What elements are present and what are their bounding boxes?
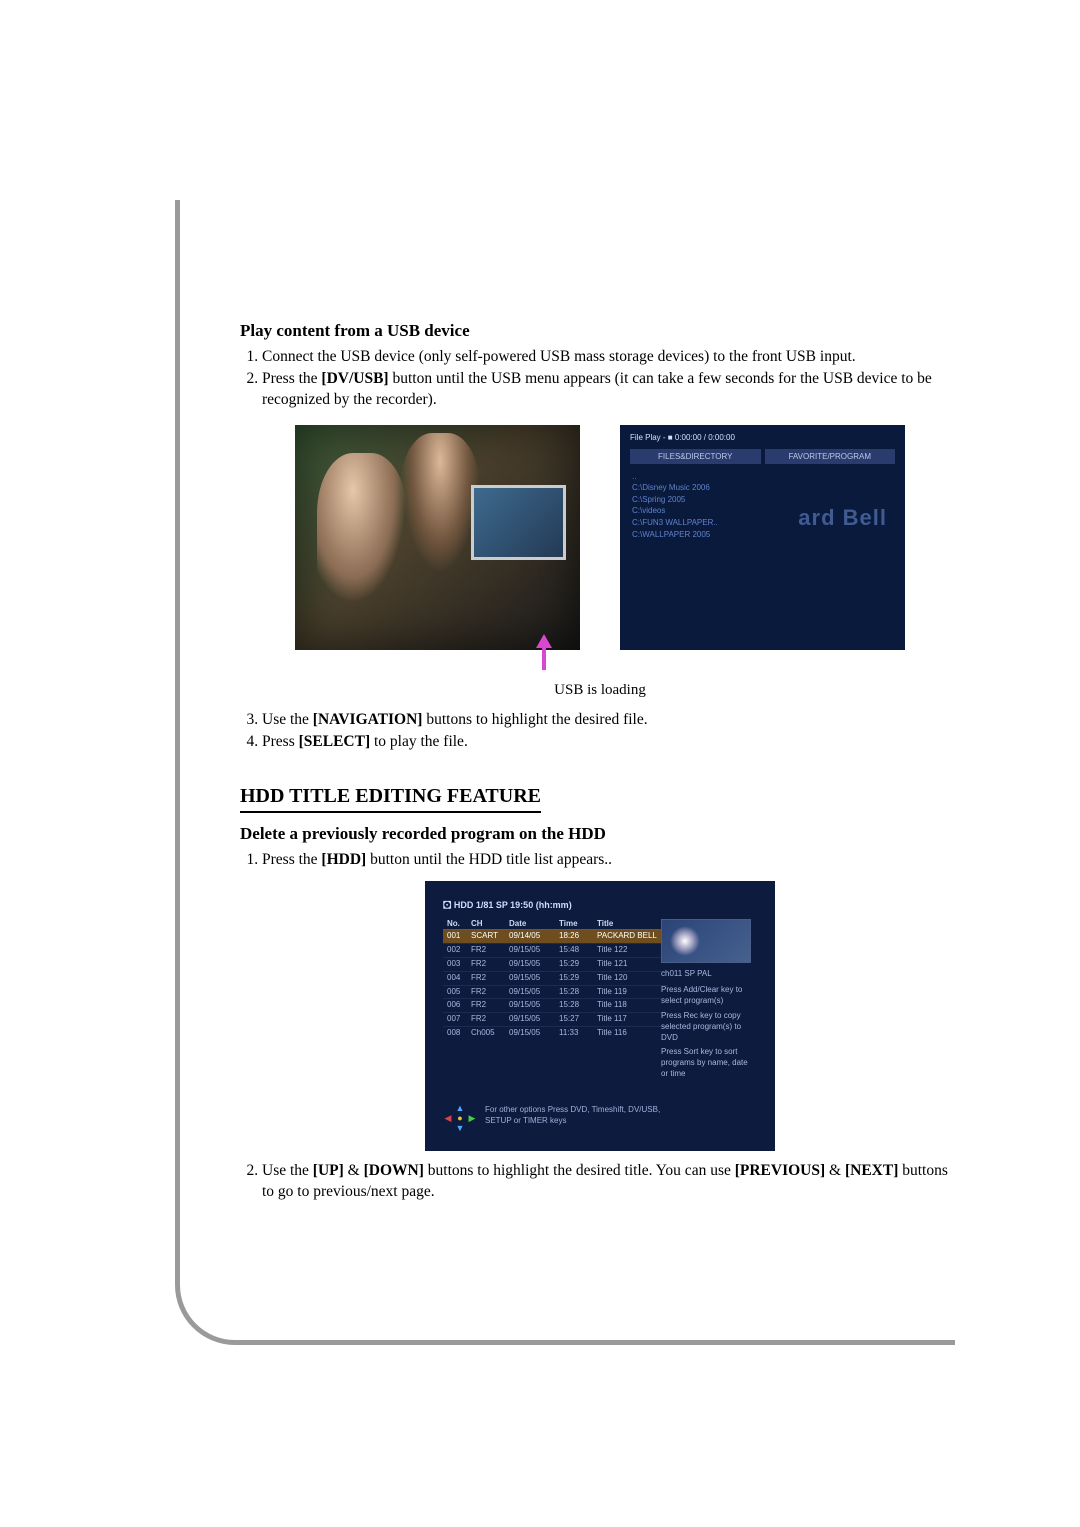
text: buttons to highlight the desired file. bbox=[422, 711, 647, 728]
hdd-heading: HDD TITLE EDITING FEATURE bbox=[240, 783, 541, 813]
usb-arrow-head bbox=[536, 634, 552, 648]
usb-file-list: .. C:\Disney Music 2006 C:\Spring 2005 C… bbox=[632, 471, 718, 541]
usb-step-1: Connect the USB device (only self-powere… bbox=[262, 347, 960, 368]
hdd-subtitle: Delete a previously recorded program on … bbox=[240, 823, 960, 846]
previous-kw: [PREVIOUS] bbox=[735, 1162, 825, 1179]
file-entry: C:\WALLPAPER 2005 bbox=[632, 529, 718, 541]
next-kw: [NEXT] bbox=[845, 1162, 898, 1179]
table-row: 002FR209/15/0515:48Title 122 bbox=[443, 943, 668, 957]
usb-loading-caption: USB is loading bbox=[240, 680, 960, 700]
photo-person-1 bbox=[317, 453, 407, 603]
usb-step-4: Press [SELECT] to play the file. bbox=[262, 732, 960, 753]
hdd-screen-header: 🖸 HDD 1/81 SP 19:50 (hh:mm) bbox=[443, 899, 757, 911]
hdd-heading-text: HDD TITLE EDITING FEATURE bbox=[240, 785, 541, 807]
file-entry: C:\FUN3 WALLPAPER.. bbox=[632, 517, 718, 529]
usb-photo bbox=[295, 425, 580, 650]
text: to play the file. bbox=[370, 733, 468, 750]
table-row: 003FR209/15/0515:29Title 121 bbox=[443, 957, 668, 971]
arrow-down-icon: ▼ bbox=[455, 1123, 465, 1133]
file-entry: C:\Disney Music 2006 bbox=[632, 482, 718, 494]
page-number: 6 bbox=[216, 1290, 226, 1312]
hdd-title-list-screenshot: 🖸 HDD 1/81 SP 19:50 (hh:mm) No. CH Date … bbox=[425, 881, 775, 1151]
center-dot-icon: ● bbox=[455, 1113, 465, 1123]
down-kw: [DOWN] bbox=[364, 1162, 424, 1179]
text: Press bbox=[262, 733, 299, 750]
usb-arrow-stem bbox=[542, 648, 546, 670]
hdd-table-header: No. CH Date Time Title bbox=[443, 919, 668, 930]
up-kw: [UP] bbox=[313, 1162, 344, 1179]
text: Press the bbox=[262, 370, 321, 387]
hdd-table: No. CH Date Time Title 001SCART09/14/051… bbox=[443, 919, 668, 1040]
hdd-hint-2: Press Rec key to copy selected program(s… bbox=[661, 1011, 757, 1043]
usb-step-3: Use the [NAVIGATION] buttons to highligh… bbox=[262, 710, 960, 731]
hdd-kw: [HDD] bbox=[321, 851, 366, 868]
usb-steps-a: Connect the USB device (only self-powere… bbox=[262, 347, 960, 411]
select-kw: [SELECT] bbox=[299, 733, 371, 750]
usb-step-2: Press the [DV/USB] button until the USB … bbox=[262, 369, 960, 411]
hdd-hint-1: Press Add/Clear key to select program(s) bbox=[661, 985, 757, 1007]
hdd-steps-b: Use the [UP] & [DOWN] buttons to highlig… bbox=[262, 1161, 960, 1203]
arrow-right-icon: ▶ bbox=[467, 1113, 477, 1123]
hdd-step-1: Press the [HDD] button until the HDD tit… bbox=[262, 850, 960, 871]
footer-sep: - bbox=[226, 1290, 243, 1312]
footer-lang: English bbox=[243, 1290, 304, 1312]
hdd-hint-3: Press Sort key to sort programs by name,… bbox=[661, 1047, 757, 1079]
files-dir-col: FILES&DIRECTORY bbox=[630, 449, 761, 464]
navigation-kw: [NAVIGATION] bbox=[313, 711, 423, 728]
packard-bell-logo: ard Bell bbox=[798, 503, 887, 533]
arrow-up-icon: ▲ bbox=[455, 1103, 465, 1113]
col-title: Title bbox=[593, 919, 668, 930]
usb-image-row: File Play - ■ 0:00:00 / 0:00:00 FILES&DI… bbox=[240, 425, 960, 650]
text: button until the HDD title list appears.… bbox=[366, 851, 612, 868]
text: Use the bbox=[262, 711, 313, 728]
dv-usb-kw: [DV/USB] bbox=[321, 370, 388, 387]
usb-screen-header: File Play - ■ 0:00:00 / 0:00:00 bbox=[630, 433, 895, 444]
usb-steps-b: Use the [NAVIGATION] buttons to highligh… bbox=[262, 710, 960, 753]
hdd-screen-wrap: 🖸 HDD 1/81 SP 19:50 (hh:mm) No. CH Date … bbox=[240, 881, 960, 1151]
arrow-left-icon: ◀ bbox=[443, 1113, 453, 1123]
hdd-nav-hint: For other options Press DVD, Timeshift, … bbox=[485, 1105, 668, 1127]
table-row: 004FR209/15/0515:29Title 120 bbox=[443, 971, 668, 985]
text: & bbox=[344, 1162, 364, 1179]
usb-menu-screenshot: File Play - ■ 0:00:00 / 0:00:00 FILES&DI… bbox=[620, 425, 905, 650]
hdd-thumb-label: ch011 SP PAL bbox=[661, 969, 757, 980]
col-ch: CH bbox=[467, 919, 505, 930]
hdd-side-panel: ch011 SP PAL Press Add/Clear key to sele… bbox=[661, 919, 757, 1080]
table-row: 006FR209/15/0515:28Title 118 bbox=[443, 998, 668, 1012]
hdd-steps-a: Press the [HDD] button until the HDD tit… bbox=[262, 850, 960, 871]
page-content: Play content from a USB device Connect t… bbox=[240, 320, 960, 1211]
text: Press the bbox=[262, 851, 321, 868]
table-row: 001SCART09/14/0518:26PACKARD BELL bbox=[443, 929, 668, 943]
text: buttons to highlight the desired title. … bbox=[424, 1162, 735, 1179]
table-row: 005FR209/15/0515:28Title 119 bbox=[443, 985, 668, 999]
usb-screen-columns: FILES&DIRECTORY FAVORITE/PROGRAM bbox=[630, 449, 895, 464]
favorite-col: FAVORITE/PROGRAM bbox=[765, 449, 896, 464]
file-entry: .. bbox=[632, 471, 718, 483]
hdd-step-2: Use the [UP] & [DOWN] buttons to highlig… bbox=[262, 1161, 960, 1203]
text: & bbox=[825, 1162, 845, 1179]
table-row: 007FR209/15/0515:27Title 117 bbox=[443, 1012, 668, 1026]
col-date: Date bbox=[505, 919, 555, 930]
photo-person-2 bbox=[400, 433, 480, 573]
col-no: No. bbox=[443, 919, 467, 930]
file-entry: C:\videos bbox=[632, 505, 718, 517]
photo-monitor bbox=[471, 485, 566, 560]
page-footer: 6 - English bbox=[216, 1290, 304, 1313]
hdd-dpad-icon: ▲ ◀ ● ▶ ▼ bbox=[443, 1103, 477, 1133]
table-row: 008Ch00509/15/0511:33Title 116 bbox=[443, 1026, 668, 1040]
usb-section-title: Play content from a USB device bbox=[240, 320, 960, 343]
hdd-preview-thumb bbox=[661, 919, 751, 963]
col-time: Time bbox=[555, 919, 593, 930]
text: Use the bbox=[262, 1162, 313, 1179]
hdd-nav-footer: ▲ ◀ ● ▶ ▼ For other options Press DVD, T… bbox=[443, 1099, 668, 1133]
file-entry: C:\Spring 2005 bbox=[632, 494, 718, 506]
